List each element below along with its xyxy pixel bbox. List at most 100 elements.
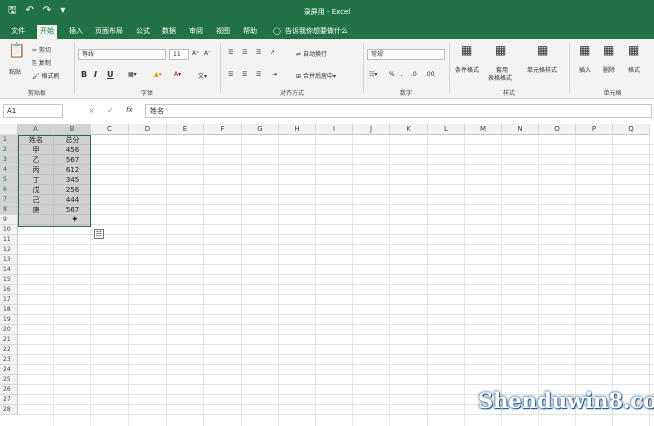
formula-input[interactable]: 姓名 [145, 104, 652, 118]
insert-function-icon[interactable]: fx [126, 106, 133, 114]
phonetic-icon[interactable]: 文▾ [198, 71, 207, 80]
cell-a7[interactable]: 己 [18, 195, 54, 205]
row-header-10[interactable]: 10 [0, 225, 18, 235]
tab-home[interactable]: 开始 [37, 25, 57, 39]
tab-formulas[interactable]: 公式 [133, 26, 153, 37]
row-header-28[interactable]: 28 [0, 405, 18, 415]
copy-button[interactable]: ⎘ 复制 [32, 58, 51, 68]
font-color-icon[interactable]: A▾ [174, 71, 181, 78]
column-header-k[interactable]: K [390, 124, 428, 135]
tab-insert[interactable]: 插入 [66, 26, 86, 37]
italic-button[interactable]: I [94, 70, 97, 79]
merge-center-button[interactable]: ⊞ 合并后居中▾ [296, 71, 336, 80]
row-header-8[interactable]: 8 [0, 205, 18, 215]
format-cells-icon[interactable]: ▦ [628, 43, 639, 57]
cell-a5[interactable]: 丁 [18, 175, 54, 185]
cell-b1[interactable]: 总分 [54, 135, 91, 145]
delete-cells-button[interactable]: 删除 [603, 65, 615, 74]
row-header-16[interactable]: 16 [0, 285, 18, 295]
row-header-13[interactable]: 13 [0, 255, 18, 265]
cell-a3[interactable]: 乙 [18, 155, 54, 165]
name-box[interactable]: A1 [3, 104, 63, 118]
column-header-o[interactable]: O [539, 124, 576, 135]
column-header-g[interactable]: G [242, 124, 279, 135]
cell-b8[interactable]: 567 [54, 205, 91, 215]
cell-b3[interactable]: 567 [54, 155, 91, 165]
increase-font-icon[interactable]: A⁺ [192, 50, 199, 57]
cell-styles-icon[interactable]: ▦ [537, 43, 548, 57]
cell-a4[interactable]: 丙 [18, 165, 54, 175]
row-header-18[interactable]: 18 [0, 305, 18, 315]
column-header-n[interactable]: N [502, 124, 539, 135]
column-header-p[interactable]: P [576, 124, 613, 135]
format-cells-button[interactable]: 格式 [628, 65, 640, 74]
cell-b5[interactable]: 345 [54, 175, 91, 185]
row-header-17[interactable]: 17 [0, 295, 18, 305]
tab-review[interactable]: 审阅 [186, 26, 206, 37]
indent-icon[interactable]: ⇥ [272, 71, 277, 78]
borders-icon[interactable]: ▦▾ [128, 71, 137, 78]
cell-b2[interactable]: 456 [54, 145, 91, 155]
row-header-6[interactable]: 6 [0, 185, 18, 195]
increase-decimal-icon[interactable]: .0 [411, 71, 417, 78]
row-header-12[interactable]: 12 [0, 245, 18, 255]
row-header-27[interactable]: 27 [0, 395, 18, 405]
delete-cells-icon[interactable]: ▦ [603, 43, 614, 57]
format-as-table-line2[interactable]: 表格格式 [488, 73, 512, 82]
cell-b7[interactable]: 444 [54, 195, 91, 205]
align-bottom-icon[interactable]: ☰ [256, 49, 261, 56]
column-header-l[interactable]: L [428, 124, 465, 135]
paste-button[interactable]: 粘贴 [9, 67, 21, 76]
conditional-format-icon[interactable]: ▦ [461, 43, 472, 57]
column-header-a[interactable]: A [18, 124, 54, 135]
cell-styles-button[interactable]: 单元格样式 [527, 65, 557, 74]
align-center-icon[interactable]: ☰ [242, 71, 247, 78]
column-header-f[interactable]: F [204, 124, 242, 135]
row-header-19[interactable]: 19 [0, 315, 18, 325]
cancel-icon[interactable]: × [88, 106, 95, 115]
select-all-corner[interactable] [0, 124, 18, 135]
enter-icon[interactable]: ✓ [107, 106, 114, 115]
column-header-e[interactable]: E [167, 124, 204, 135]
worksheet-grid[interactable]: ABCDEFGHIJKLMNOPQ 1 2 3 4 5 6 7 8 9 10 11 12 13 14 15 1… [0, 124, 654, 426]
row-header-23[interactable]: 23 [0, 355, 18, 365]
currency-icon[interactable]: ☷▾ [369, 71, 377, 78]
decrease-decimal-icon[interactable]: .00 [425, 71, 435, 78]
align-right-icon[interactable]: ☰ [256, 71, 261, 78]
row-header-11[interactable]: 11 [0, 235, 18, 245]
tab-help[interactable]: 帮助 [240, 26, 260, 37]
column-header-b[interactable]: B [54, 124, 91, 135]
row-header-26[interactable]: 26 [0, 385, 18, 395]
row-header-5[interactable]: 5 [0, 175, 18, 185]
format-painter-button[interactable]: 🖌 格式刷 [32, 71, 60, 80]
column-header-q[interactable]: Q [613, 124, 650, 135]
cell-b6[interactable]: 256 [54, 185, 91, 195]
row-header-9[interactable]: 9 [0, 215, 18, 225]
align-top-icon[interactable]: ☰ [228, 49, 233, 56]
number-format-select[interactable]: 常规 [367, 49, 445, 60]
bold-button[interactable]: B [81, 70, 87, 79]
column-header-i[interactable]: I [316, 124, 353, 135]
tab-data[interactable]: 数据 [159, 26, 179, 37]
decrease-font-icon[interactable]: A⁻ [204, 50, 211, 57]
cell-a6[interactable]: 戊 [18, 185, 54, 195]
quick-analysis-button[interactable]: ☷ [94, 229, 104, 239]
column-header-c[interactable]: C [91, 124, 129, 135]
align-left-icon[interactable]: ☰ [228, 71, 233, 78]
percent-icon[interactable]: % [389, 71, 395, 78]
cell-b4[interactable]: 612 [54, 165, 91, 175]
row-header-14[interactable]: 14 [0, 265, 18, 275]
row-header-1[interactable]: 1 [0, 135, 18, 145]
insert-cells-button[interactable]: 插入 [579, 65, 591, 74]
orientation-icon[interactable]: ↗ [270, 49, 275, 56]
row-header-24[interactable]: 24 [0, 365, 18, 375]
cell-a8[interactable]: 庚 [18, 205, 54, 215]
tab-file[interactable]: 文件 [8, 26, 28, 37]
format-as-table-icon[interactable]: ▦ [495, 43, 506, 57]
font-name-select[interactable]: 等线 [78, 49, 166, 60]
cell-a1[interactable]: 姓名 [18, 135, 54, 145]
column-header-h[interactable]: H [279, 124, 316, 135]
conditional-format-button[interactable]: 条件格式 [455, 65, 479, 74]
row-header-3[interactable]: 3 [0, 155, 18, 165]
row-header-2[interactable]: 2 [0, 145, 18, 155]
